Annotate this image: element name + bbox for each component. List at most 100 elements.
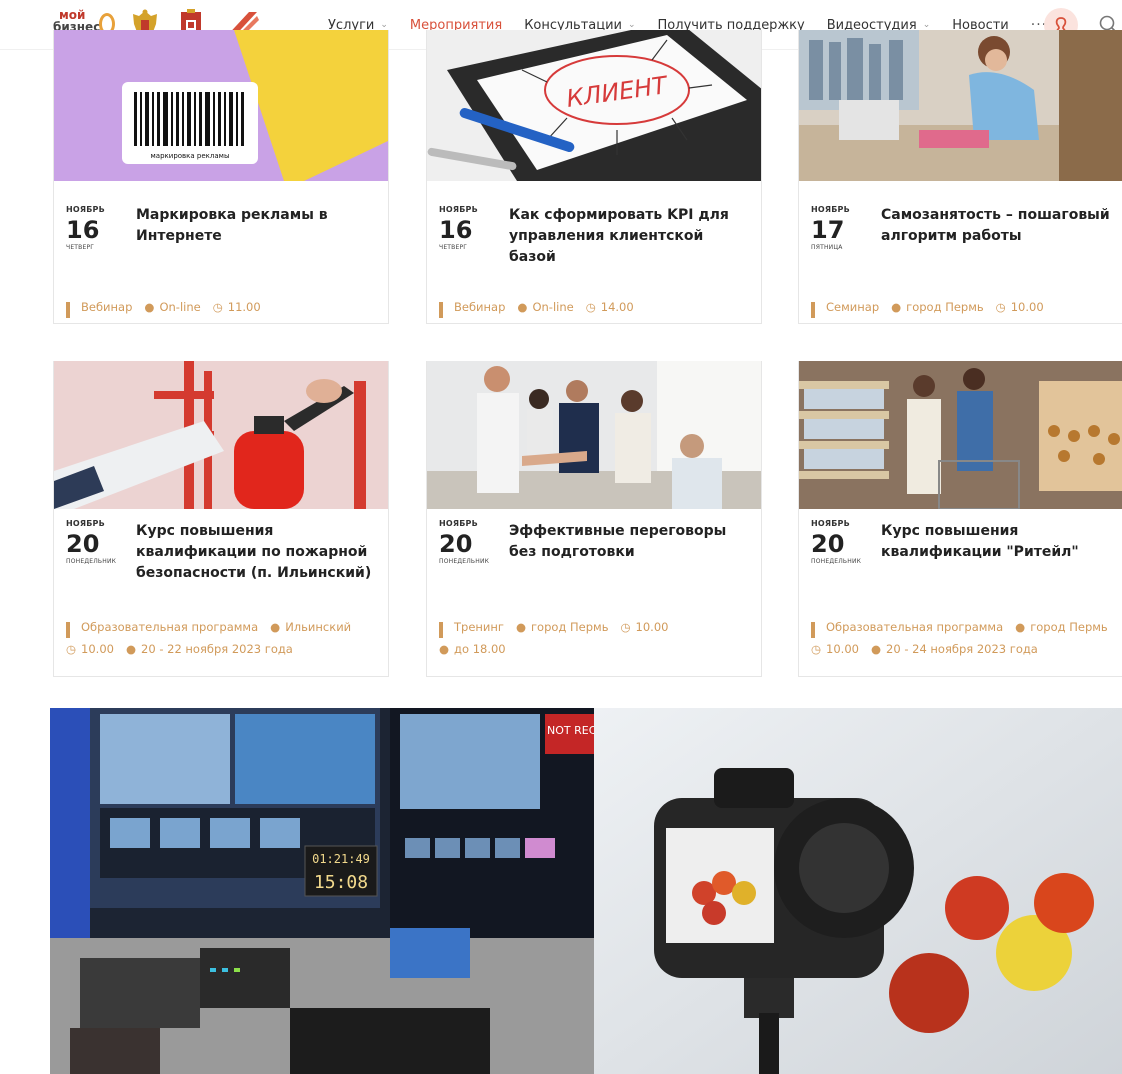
event-date: НОЯБРЬ 16 ЧЕТВЕРГ [439, 205, 509, 251]
event-month: НОЯБРЬ [439, 205, 478, 214]
barcode-caption: маркировка рекламы [151, 152, 230, 160]
event-place-label: город Пермь [906, 300, 984, 314]
event-type: Образовательная программа [66, 620, 259, 638]
event-time-label: 11.00 [227, 300, 261, 314]
event-type-label: Образовательная программа [826, 620, 1004, 634]
event-weekday: ПОНЕДЕЛЬНИК [439, 558, 490, 565]
event-day: 16 [439, 216, 473, 244]
chevron-down-icon: ⌄ [922, 20, 931, 30]
location-pin-icon: ● [1015, 620, 1026, 634]
location-pin-icon: ● [144, 300, 155, 314]
event-place-label: Ильинский [285, 620, 352, 634]
event-place: ● город Пермь [1015, 620, 1108, 634]
event-card[interactable]: КЛИЕНТ НОЯБРЬ 16 ЧЕТВЕРГ Как сформироват… [426, 30, 762, 324]
event-day: 20 [66, 530, 100, 558]
event-title[interactable]: Как сформировать KPI для управления клие… [509, 205, 754, 268]
event-title[interactable]: Самозанятость – пошаговый алгоритм работ… [881, 205, 1122, 247]
camera-photo[interactable] [594, 708, 1122, 1074]
event-title[interactable]: Курс повышения квалификации по пожарной … [136, 521, 381, 584]
location-pin-icon: ● [515, 620, 526, 634]
event-place: ● город Пермь [516, 620, 609, 634]
info-icon: ● [125, 642, 137, 656]
event-date: НОЯБРЬ 20 ПОНЕДЕЛЬНИК [811, 519, 881, 565]
event-end-time: ● до 18.00 [439, 642, 506, 656]
event-time: ◷ 10.00 [621, 620, 669, 634]
event-type-label: Образовательная программа [81, 620, 259, 634]
monitor-label: NOT REC [547, 724, 594, 737]
event-time-label: 10.00 [635, 620, 669, 634]
event-place: ● город Пермь [891, 300, 984, 314]
event-time-label: 14.00 [600, 300, 634, 314]
chevron-down-icon: ⌄ [627, 20, 636, 30]
event-time-label: 10.00 [1010, 300, 1044, 314]
event-time: ◷ 14.00 [586, 300, 634, 314]
event-date: НОЯБРЬ 20 ПОНЕДЕЛЬНИК [66, 519, 136, 565]
event-time: ◷ 10.00 [811, 642, 859, 656]
event-card[interactable]: НОЯБРЬ 20 ПОНЕДЕЛЬНИК Эффективные перего… [426, 361, 762, 677]
clock-elapsed: 01:21:49 [312, 852, 370, 866]
event-place: ● Ильинский [270, 620, 351, 634]
event-meta: Образовательная программа ● город Пермь ◷… [811, 620, 1122, 656]
event-meta: Семинар ● город Пермь ◷ 10.00 [811, 300, 1122, 318]
event-card[interactable]: НОЯБРЬ 17 ПЯТНИЦА Самозанятость – пошаго… [798, 30, 1122, 324]
event-meta: Тренинг ● город Пермь ◷ 10.00 ● до 18.00 [439, 620, 759, 656]
grid-icon [66, 302, 76, 318]
event-type-label: Вебинар [81, 300, 133, 314]
event-place-label: On-line [159, 300, 201, 314]
event-weekday: ПОНЕДЕЛЬНИК [811, 558, 862, 565]
event-type: Образовательная программа [811, 620, 1004, 638]
clock-current: 15:08 [314, 872, 368, 893]
event-date: НОЯБРЬ 16 ЧЕТВЕРГ [66, 205, 136, 251]
event-title[interactable]: Маркировка рекламы в Интернете [136, 205, 381, 247]
event-time: ◷ 10.00 [66, 642, 114, 656]
event-image-negotiation [427, 361, 761, 509]
event-time-label: 10.00 [81, 642, 114, 656]
event-day: 20 [439, 530, 473, 558]
event-meta: Вебинар ● On-line ◷ 11.00 [66, 300, 386, 318]
clock-icon: ◷ [620, 620, 631, 634]
event-type-label: Вебинар [454, 300, 506, 314]
clock-icon: ◷ [811, 642, 822, 656]
event-type: Вебинар [439, 300, 506, 318]
event-day: 20 [811, 530, 845, 558]
event-time: ◷ 11.00 [213, 300, 261, 314]
event-title[interactable]: Эффективные переговоры без подготовки [509, 521, 754, 563]
event-image-tablet: КЛИЕНТ [427, 30, 761, 181]
event-place: ● On-line [144, 300, 200, 314]
clock-icon: ◷ [66, 642, 77, 656]
location-pin-icon: ● [270, 620, 281, 634]
event-dates-label: 20 - 22 ноября 2023 года [141, 642, 293, 656]
event-end-time-label: до 18.00 [454, 642, 506, 656]
event-card[interactable]: НОЯБРЬ 20 ПОНЕДЕЛЬНИК Курс повышения ква… [798, 361, 1122, 677]
event-weekday: ЧЕТВЕРГ [439, 244, 468, 251]
event-dates-label: 20 - 24 ноября 2023 года [886, 642, 1038, 656]
event-time-label: 10.00 [826, 642, 859, 656]
event-day: 16 [66, 216, 100, 244]
event-card[interactable]: НОЯБРЬ 20 ПОНЕДЕЛЬНИК Курс повышения ква… [53, 361, 389, 677]
event-image-tailor [799, 30, 1122, 181]
event-month: НОЯБРЬ [439, 519, 478, 528]
clock-icon: ◷ [995, 300, 1006, 314]
event-dates: ● 20 - 22 ноября 2023 года [126, 642, 293, 656]
clock-icon: ◷ [585, 300, 596, 314]
grid-icon [66, 622, 76, 638]
grid-icon [439, 622, 449, 638]
event-date: НОЯБРЬ 17 ПЯТНИЦА [811, 205, 881, 251]
event-place-label: город Пермь [1030, 620, 1108, 634]
event-meta: Вебинар ● On-line ◷ 14.00 [439, 300, 759, 318]
event-month: НОЯБРЬ [66, 519, 105, 528]
info-icon: ● [870, 642, 882, 656]
event-type-label: Семинар [826, 300, 880, 314]
event-place: ● On-line [517, 300, 573, 314]
event-dates: ● 20 - 24 ноября 2023 года [871, 642, 1038, 656]
event-place-label: On-line [532, 300, 574, 314]
event-type: Тренинг [439, 620, 504, 638]
location-pin-icon: ● [517, 300, 528, 314]
event-type: Семинар [811, 300, 880, 318]
event-card[interactable]: маркировка рекламы НОЯБРЬ 16 ЧЕТВЕРГ Мар… [53, 30, 389, 324]
grid-icon [811, 302, 821, 318]
event-title[interactable]: Курс повышения квалификации "Ритейл" [881, 521, 1122, 563]
grid-icon [439, 302, 449, 318]
video-studio-photo[interactable]: NOT REC 01:21:49 15:08 [50, 708, 594, 1074]
event-meta: Образовательная программа ● Ильинский ◷ 10… [66, 620, 386, 656]
